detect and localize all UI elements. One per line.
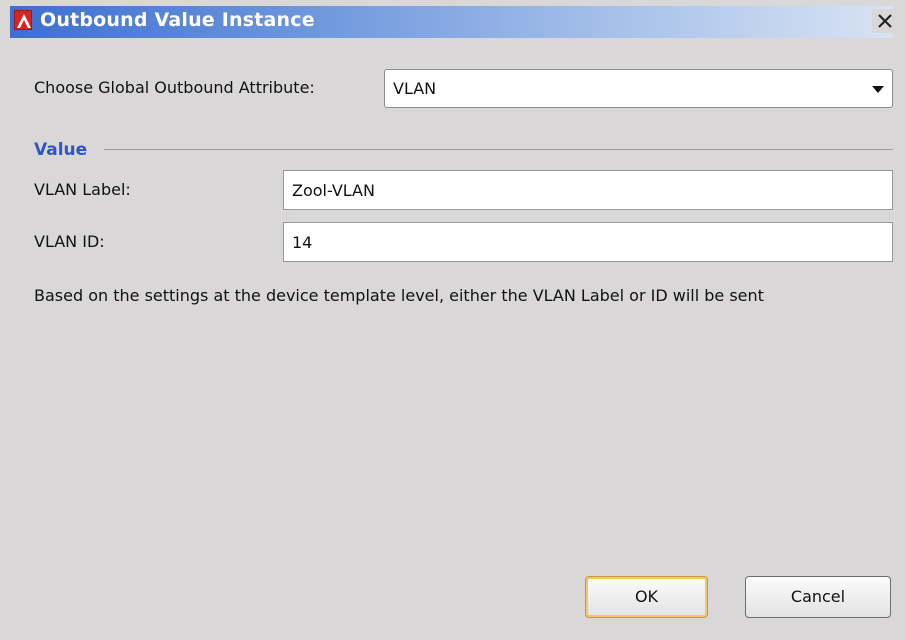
ok-button[interactable]: OK <box>585 576 708 618</box>
info-note: Based on the settings at the device temp… <box>34 286 764 305</box>
vlan-label-field[interactable] <box>283 170 893 210</box>
chevron-down-icon[interactable] <box>870 84 886 94</box>
attribute-selected-value: VLAN <box>393 79 437 98</box>
window-title: Outbound Value Instance <box>40 9 315 31</box>
dialog-window: Outbound Value Instance Choose Global Ou… <box>0 0 905 640</box>
vlan-label-input[interactable] <box>284 171 892 209</box>
app-logo-icon <box>14 10 32 30</box>
section-divider <box>104 149 893 150</box>
vlan-id-field[interactable] <box>283 222 893 262</box>
value-section-title: Value <box>34 140 88 160</box>
attribute-dropdown[interactable]: VLAN <box>384 69 893 108</box>
vlan-label-label: VLAN Label: <box>34 180 131 199</box>
cancel-button[interactable]: Cancel <box>745 576 891 618</box>
attribute-label: Choose Global Outbound Attribute: <box>34 78 315 97</box>
vlan-id-label: VLAN ID: <box>34 232 105 251</box>
vlan-id-input[interactable] <box>284 223 892 261</box>
close-button[interactable] <box>872 9 898 33</box>
close-icon <box>878 14 892 28</box>
